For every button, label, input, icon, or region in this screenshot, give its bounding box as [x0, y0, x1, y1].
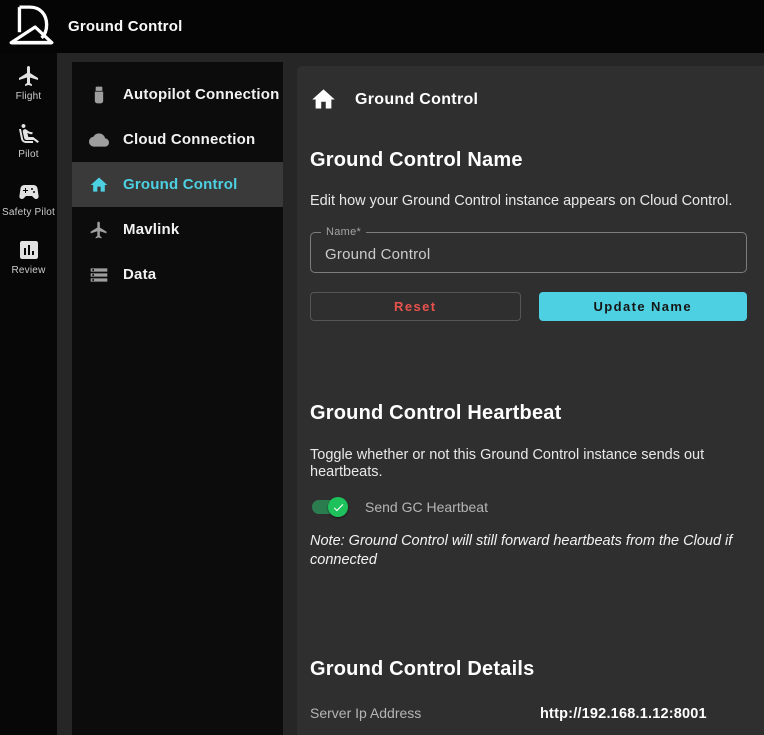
- heartbeat-toggle-row: Send GC Heartbeat: [310, 496, 747, 518]
- rail-item-pilot[interactable]: Pilot: [0, 120, 57, 162]
- nav-item-ground-control[interactable]: Ground Control: [72, 162, 283, 207]
- airplane-icon: [89, 220, 109, 240]
- home-icon: [89, 175, 109, 195]
- name-input[interactable]: [311, 233, 746, 272]
- cloud-icon: [89, 130, 109, 150]
- rail-item-safety-pilot[interactable]: Safety Pilot: [0, 178, 57, 220]
- airplane-icon: [17, 64, 41, 88]
- toggle-thumb: [328, 497, 348, 517]
- nav-item-data[interactable]: Data: [72, 252, 283, 297]
- settings-nav-panel: Autopilot Connection Cloud Connection Gr…: [72, 62, 283, 735]
- name-section-heading: Ground Control Name: [310, 149, 747, 172]
- app-title: Ground Control: [68, 18, 182, 35]
- main-content: Ground Control Ground Control Name Edit …: [297, 66, 764, 735]
- nav-item-label: Mavlink: [123, 221, 179, 238]
- nav-item-label: Cloud Connection: [123, 131, 255, 148]
- nav-item-autopilot-connection[interactable]: Autopilot Connection: [72, 72, 283, 117]
- reset-button[interactable]: Reset: [310, 292, 521, 321]
- storage-icon: [89, 265, 109, 285]
- details-row-server-ip: Server Ip Address http://192.168.1.12:80…: [310, 705, 747, 722]
- heartbeat-toggle[interactable]: [310, 496, 348, 518]
- gamepad-icon: [17, 180, 41, 204]
- rail-item-label: Safety Pilot: [2, 207, 55, 218]
- details-section-heading: Ground Control Details: [310, 658, 747, 681]
- heartbeat-section-heading: Ground Control Heartbeat: [310, 402, 747, 425]
- heartbeat-toggle-label: Send GC Heartbeat: [365, 499, 488, 515]
- left-rail: Flight Pilot Safety Pilot Review: [0, 53, 57, 735]
- rail-item-label: Review: [12, 265, 46, 276]
- rail-item-review[interactable]: Review: [0, 236, 57, 278]
- page-title: Ground Control: [355, 91, 478, 109]
- check-icon: [332, 501, 345, 514]
- nav-item-label: Ground Control: [123, 176, 237, 193]
- details-value: http://192.168.1.12:8001: [540, 706, 707, 722]
- nav-item-label: Data: [123, 266, 156, 283]
- top-bar: Ground Control: [0, 0, 764, 53]
- name-field-wrapper: Name*: [310, 232, 747, 273]
- bar-chart-icon: [17, 238, 41, 262]
- nav-item-cloud-connection[interactable]: Cloud Connection: [72, 117, 283, 162]
- update-name-button[interactable]: Update Name: [539, 292, 748, 321]
- rail-item-label: Flight: [16, 91, 42, 102]
- details-label: Server Ip Address: [310, 705, 540, 721]
- page-header: Ground Control: [310, 86, 747, 113]
- name-section-description: Edit how your Ground Control instance ap…: [310, 193, 747, 210]
- layout: Flight Pilot Safety Pilot Review Autopil…: [0, 53, 764, 735]
- rail-item-flight[interactable]: Flight: [0, 62, 57, 104]
- usb-drive-icon: [89, 85, 109, 105]
- rail-item-label: Pilot: [18, 149, 38, 160]
- app-logo: [9, 4, 55, 50]
- heartbeat-note: Note: Ground Control will still forward …: [310, 532, 747, 570]
- name-field-label: Name*: [321, 226, 366, 238]
- home-icon: [310, 86, 337, 113]
- nav-item-mavlink[interactable]: Mavlink: [72, 207, 283, 252]
- heartbeat-description: Toggle whether or not this Ground Contro…: [310, 447, 747, 481]
- name-actions: Reset Update Name: [310, 292, 747, 321]
- nav-item-label: Autopilot Connection: [123, 86, 279, 103]
- pilot-seat-icon: [17, 122, 41, 146]
